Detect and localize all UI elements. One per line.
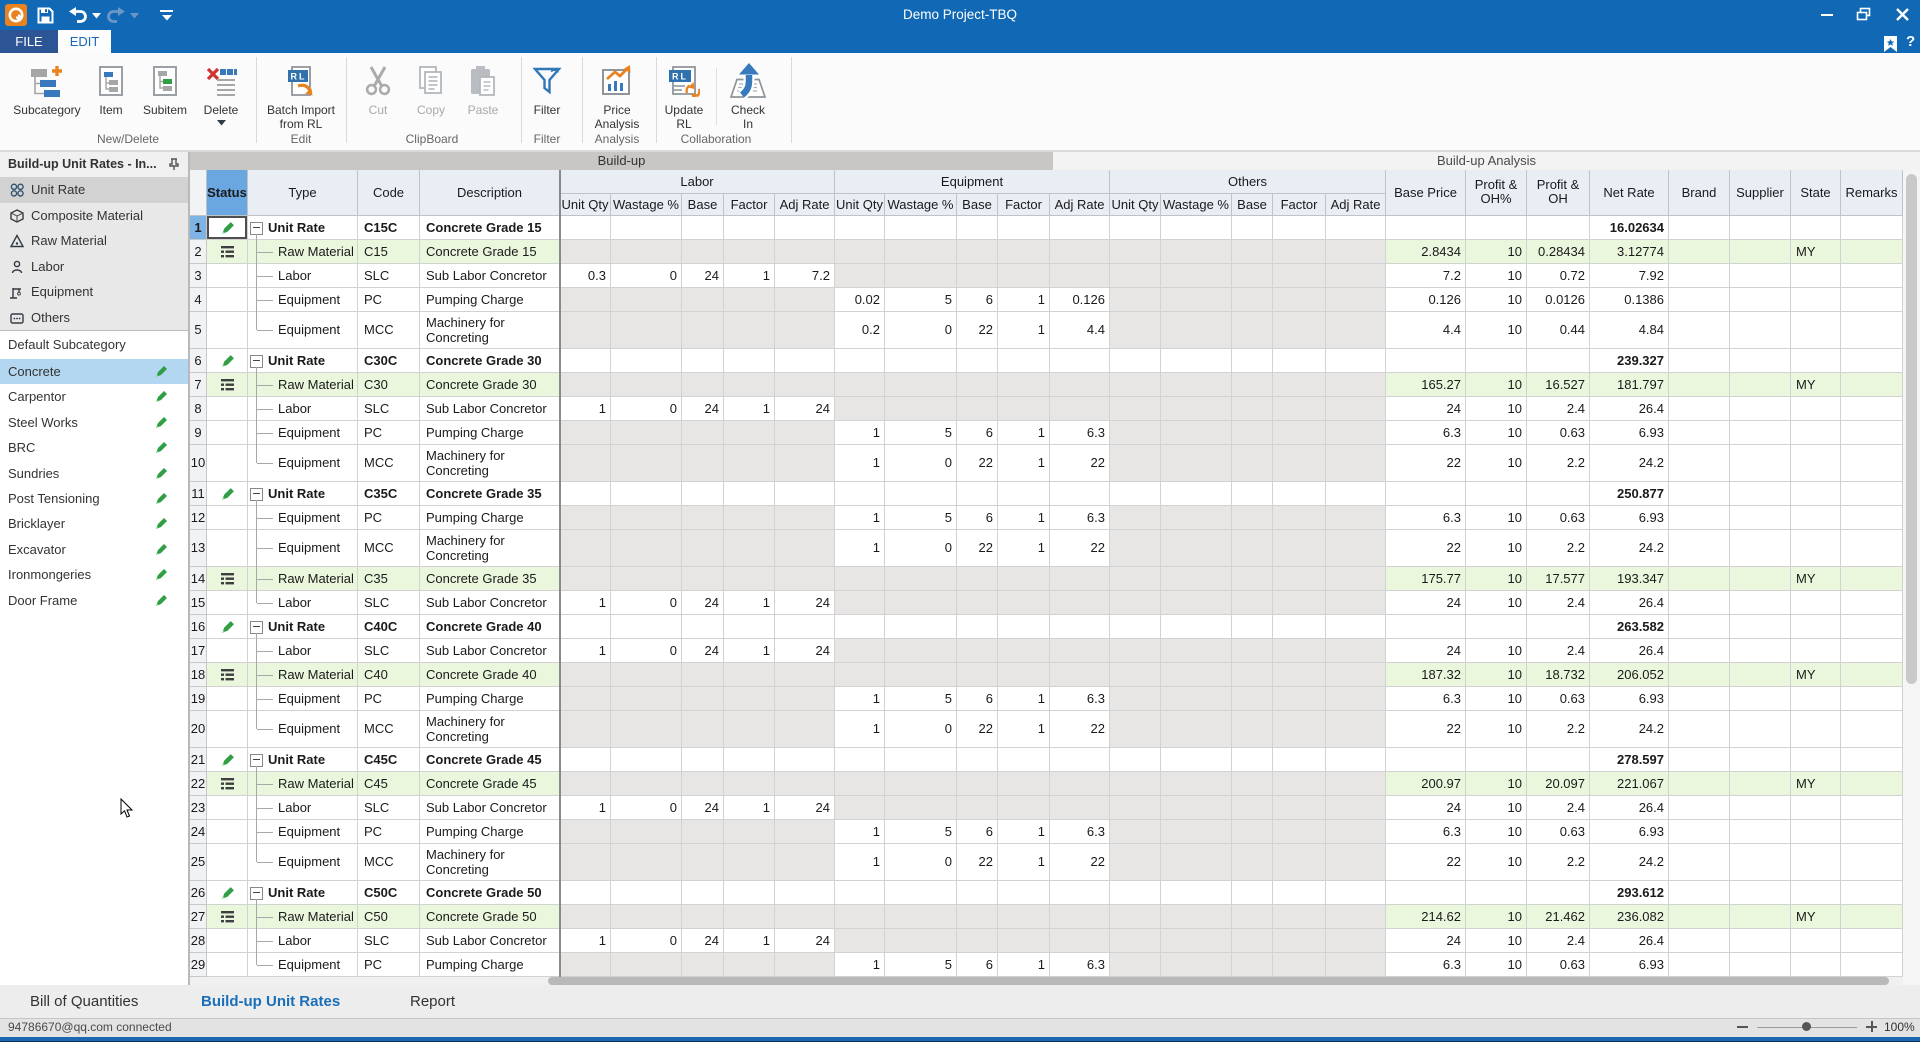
svg-text:RL: RL — [672, 72, 688, 82]
svg-text:RL: RL — [291, 72, 307, 82]
